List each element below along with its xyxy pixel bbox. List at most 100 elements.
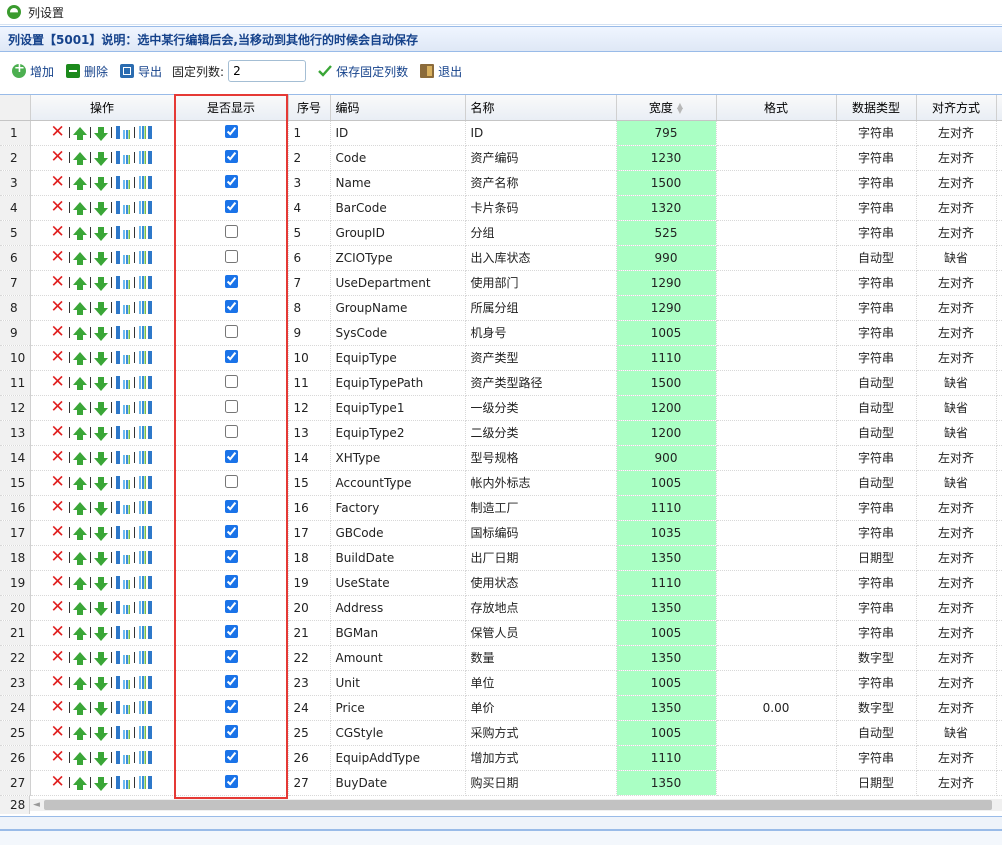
format-cell[interactable]	[716, 120, 837, 146]
code-cell[interactable]: Address	[330, 595, 466, 621]
move-bottom-icon[interactable]	[138, 250, 154, 265]
move-bottom-icon[interactable]	[138, 625, 154, 640]
header-seq[interactable]: 序号	[288, 95, 331, 121]
code-cell[interactable]: CGStyle	[330, 720, 466, 746]
move-down-icon[interactable]	[93, 376, 108, 391]
datatype-cell[interactable]: 字符串	[836, 495, 917, 521]
table-row[interactable]: 25 ✕ 25 CGStyle 采购方式 1005 自动型 缺省	[0, 720, 1002, 746]
header-ops[interactable]: 操作	[30, 95, 175, 121]
move-bottom-icon[interactable]	[138, 500, 154, 515]
table-row[interactable]: 15 ✕ 15 AccountType 帐内外标志 1005 自动型 缺省	[0, 470, 1002, 496]
move-up-icon[interactable]	[72, 476, 87, 490]
seq-cell[interactable]: 7	[288, 270, 331, 296]
seq-cell[interactable]: 12	[288, 395, 331, 421]
move-top-icon[interactable]	[115, 275, 131, 290]
align-cell[interactable]: 缺省	[916, 420, 997, 446]
code-cell[interactable]: EquipTypePath	[330, 370, 466, 396]
move-down-icon[interactable]	[93, 276, 108, 291]
format-cell[interactable]	[716, 445, 837, 471]
seq-cell[interactable]: 21	[288, 620, 331, 646]
move-up-icon[interactable]	[72, 326, 87, 340]
name-cell[interactable]: 增加方式	[465, 745, 617, 771]
align-cell[interactable]: 缺省	[916, 720, 997, 746]
width-cell[interactable]: 1320	[616, 195, 717, 221]
datatype-cell[interactable]: 字符串	[836, 270, 917, 296]
move-bottom-icon[interactable]	[138, 400, 154, 415]
align-cell[interactable]: 左对齐	[916, 195, 997, 221]
visible-checkbox[interactable]	[224, 524, 238, 538]
table-row[interactable]: 12 ✕ 12 EquipType1 一级分类 1200 自动型 缺省	[0, 395, 1002, 421]
align-cell[interactable]: 左对齐	[916, 745, 997, 771]
move-bottom-icon[interactable]	[138, 525, 154, 540]
move-bottom-icon[interactable]	[138, 225, 154, 240]
format-cell[interactable]	[716, 670, 837, 696]
delete-row-icon[interactable]: ✕	[51, 199, 66, 216]
visible-checkbox[interactable]	[224, 674, 238, 688]
move-top-icon[interactable]	[115, 575, 131, 590]
code-cell[interactable]: Price	[330, 695, 466, 721]
delete-row-icon[interactable]: ✕	[51, 424, 66, 441]
delete-row-icon[interactable]: ✕	[51, 549, 66, 566]
table-row[interactable]: 19 ✕ 19 UseState 使用状态 1110 字符串 左对齐	[0, 570, 1002, 596]
move-up-icon[interactable]	[72, 251, 87, 265]
width-cell[interactable]: 1500	[616, 170, 717, 196]
move-down-icon[interactable]	[93, 601, 108, 616]
seq-cell[interactable]: 1	[288, 120, 331, 146]
move-top-icon[interactable]	[115, 550, 131, 565]
move-top-icon[interactable]	[115, 750, 131, 765]
align-cell[interactable]: 左对齐	[916, 345, 997, 371]
datatype-cell[interactable]: 日期型	[836, 770, 917, 796]
format-cell[interactable]	[716, 645, 837, 671]
move-top-icon[interactable]	[115, 300, 131, 315]
scroll-left-arrow-icon[interactable]: ◄	[33, 800, 40, 810]
table-row[interactable]: 1 ✕ 1 ID ID 795 字符串 左对齐	[0, 120, 1002, 146]
width-cell[interactable]: 990	[616, 245, 717, 271]
delete-row-icon[interactable]: ✕	[51, 749, 66, 766]
move-bottom-icon[interactable]	[138, 300, 154, 315]
move-top-icon[interactable]	[115, 225, 131, 240]
format-cell[interactable]	[716, 770, 837, 796]
delete-row-icon[interactable]: ✕	[51, 374, 66, 391]
code-cell[interactable]: Amount	[330, 645, 466, 671]
move-top-icon[interactable]	[115, 600, 131, 615]
move-up-icon[interactable]	[72, 601, 87, 615]
move-up-icon[interactable]	[72, 201, 87, 215]
align-cell[interactable]: 左对齐	[916, 695, 997, 721]
format-cell[interactable]	[716, 470, 837, 496]
move-up-icon[interactable]	[72, 551, 87, 565]
format-cell[interactable]	[716, 595, 837, 621]
code-cell[interactable]: UseDepartment	[330, 270, 466, 296]
seq-cell[interactable]: 15	[288, 470, 331, 496]
width-cell[interactable]: 1200	[616, 395, 717, 421]
align-cell[interactable]: 缺省	[916, 470, 997, 496]
seq-cell[interactable]: 20	[288, 595, 331, 621]
datatype-cell[interactable]: 数字型	[836, 695, 917, 721]
datatype-cell[interactable]: 字符串	[836, 570, 917, 596]
datatype-cell[interactable]: 数字型	[836, 645, 917, 671]
delete-row-icon[interactable]: ✕	[51, 449, 66, 466]
move-down-icon[interactable]	[93, 151, 108, 166]
seq-cell[interactable]: 6	[288, 245, 331, 271]
format-cell[interactable]	[716, 295, 837, 321]
move-top-icon[interactable]	[115, 250, 131, 265]
move-top-icon[interactable]	[115, 400, 131, 415]
move-up-icon[interactable]	[72, 151, 87, 165]
seq-cell[interactable]: 11	[288, 370, 331, 396]
name-cell[interactable]: 国标编码	[465, 520, 617, 546]
datatype-cell[interactable]: 日期型	[836, 545, 917, 571]
align-cell[interactable]: 左对齐	[916, 645, 997, 671]
code-cell[interactable]: XHType	[330, 445, 466, 471]
width-cell[interactable]: 900	[616, 445, 717, 471]
visible-checkbox[interactable]	[224, 174, 238, 188]
visible-checkbox[interactable]	[224, 449, 238, 463]
name-cell[interactable]: 资产名称	[465, 170, 617, 196]
align-cell[interactable]: 缺省	[916, 370, 997, 396]
format-cell[interactable]	[716, 220, 837, 246]
align-cell[interactable]: 左对齐	[916, 270, 997, 296]
table-row[interactable]: 20 ✕ 20 Address 存放地点 1350 字符串 左对齐	[0, 595, 1002, 621]
datatype-cell[interactable]: 字符串	[836, 595, 917, 621]
visible-checkbox[interactable]	[224, 124, 238, 138]
move-down-icon[interactable]	[93, 551, 108, 566]
width-cell[interactable]: 1290	[616, 270, 717, 296]
move-down-icon[interactable]	[93, 501, 108, 516]
